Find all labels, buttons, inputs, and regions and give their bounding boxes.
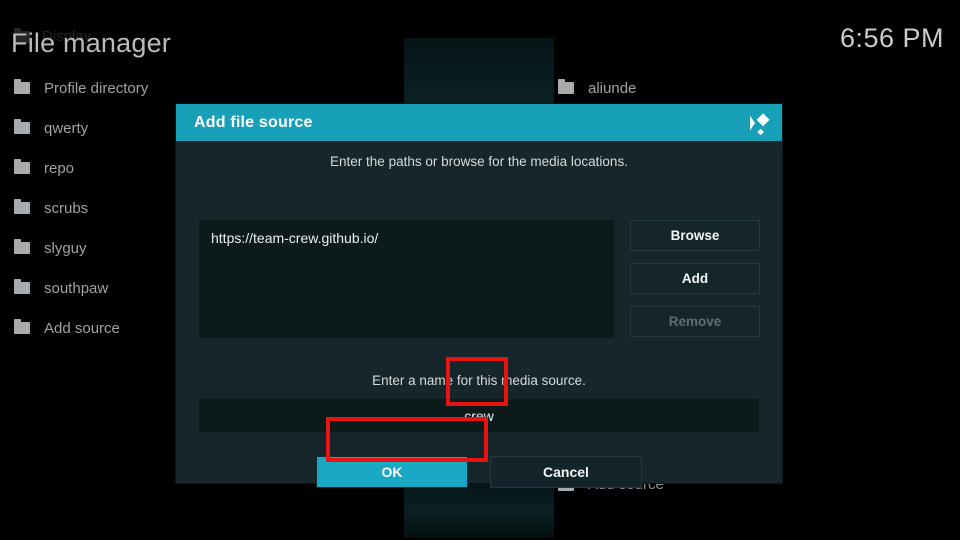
folder-icon — [14, 159, 30, 174]
list-item-label: qwerty — [44, 119, 89, 137]
add-button[interactable]: Add — [630, 263, 760, 294]
list-item[interactable]: Profile directory — [0, 68, 250, 108]
dialog-header: Add file source — [176, 104, 782, 141]
page-title: File manager — [11, 28, 171, 58]
add-file-source-dialog: Add file source Enter the paths or brows… — [176, 104, 782, 488]
folder-icon — [14, 279, 30, 294]
remove-button: Remove — [630, 306, 760, 337]
path-list[interactable]: https://team-crew.github.io/ — [199, 220, 614, 338]
paths-hint: Enter the paths or browse for the media … — [330, 154, 628, 169]
folder-icon — [14, 319, 30, 334]
dialog-action-row: OK Cancel — [176, 456, 782, 488]
kodi-logo-icon — [746, 110, 772, 136]
media-source-name-value: crew — [464, 407, 494, 424]
folder-icon — [14, 119, 30, 134]
path-list-item[interactable]: https://team-crew.github.io/ — [211, 230, 614, 246]
list-item-label: slyguy — [44, 239, 87, 257]
right-file-list: aliunde — [558, 68, 858, 108]
list-item-label: Add source — [44, 319, 120, 337]
background-preview-panel-bottom — [404, 480, 554, 538]
list-item-label: aliunde — [588, 79, 637, 97]
folder-icon — [14, 199, 30, 214]
ok-button[interactable]: OK — [316, 456, 468, 488]
list-item[interactable]: aliunde — [558, 68, 858, 108]
list-item-label: Profile directory — [44, 79, 149, 97]
folder-icon — [558, 79, 574, 94]
dialog-title: Add file source — [194, 113, 313, 131]
folder-icon — [14, 79, 30, 94]
media-source-name-input[interactable]: crew — [199, 399, 759, 432]
clock: 6:56 PM — [839, 23, 944, 53]
dialog-body: Enter the paths or browse for the media … — [176, 141, 782, 488]
path-action-buttons: Browse Add Remove — [630, 220, 760, 337]
cancel-button[interactable]: Cancel — [490, 456, 642, 488]
kodi-screen: Display File manager 6:56 PM Profile dir… — [0, 0, 960, 540]
list-item-label: repo — [44, 159, 75, 177]
name-hint: Enter a name for this media source. — [372, 373, 586, 388]
browse-button[interactable]: Browse — [630, 220, 760, 251]
list-item-label: scrubs — [44, 199, 89, 217]
folder-icon — [14, 239, 30, 254]
list-item-label: southpaw — [44, 279, 109, 297]
